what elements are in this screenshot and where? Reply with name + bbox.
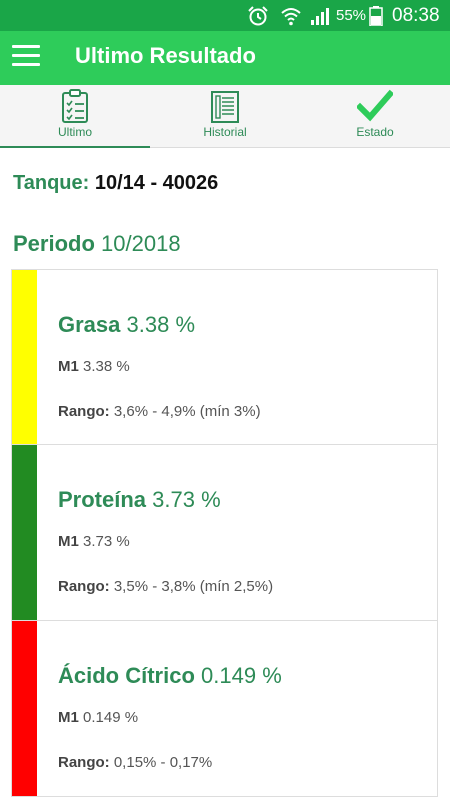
clipboard-icon xyxy=(0,88,150,124)
checkmark-icon xyxy=(300,88,450,124)
clock: 08:38 xyxy=(392,5,440,26)
result-name: Ácido Cítrico xyxy=(58,663,195,688)
periodo-label: Periodo xyxy=(13,231,95,256)
tanque-value: 10/14 - 40026 xyxy=(94,172,219,194)
result-card-proteina: Proteína 3.73 % M1 3.73 % Rango: 3,5% - … xyxy=(11,445,438,621)
m1-label: M1 xyxy=(58,709,79,726)
tab-bar: Ultimo Historial Estado xyxy=(0,85,450,148)
battery-percent: 55% xyxy=(336,7,367,24)
hamburger-menu-icon[interactable] xyxy=(12,45,40,69)
tab-label: Historial xyxy=(203,125,247,139)
m1-value: 3.38 % xyxy=(83,358,130,375)
m1-line: M1 3.38 % xyxy=(58,358,130,375)
results-list: Grasa 3.38 % M1 3.38 % Rango: 3,6% - 4,9… xyxy=(11,269,438,797)
m1-value: 0.149 % xyxy=(83,709,139,726)
result-card-grasa: Grasa 3.38 % M1 3.38 % Rango: 3,6% - 4,9… xyxy=(11,269,438,445)
tab-estado[interactable]: Estado xyxy=(300,85,450,147)
status-color-stripe xyxy=(12,621,37,796)
periodo-line: Periodo 10/2018 xyxy=(13,231,181,257)
status-color-stripe xyxy=(12,445,37,620)
rango-line: Rango: 3,6% - 4,9% (mín 3%) xyxy=(58,403,261,420)
tanque-line: Tanque: 10/14 - 40026 xyxy=(13,172,218,195)
rango-label: Rango: xyxy=(58,578,110,595)
m1-value: 3.73 % xyxy=(83,533,130,550)
status-bar: 55% 08:38 xyxy=(0,0,450,31)
tab-historial[interactable]: Historial xyxy=(150,85,300,147)
tanque-label: Tanque: xyxy=(13,172,90,194)
result-value: 0.149 % xyxy=(201,663,282,688)
selected-tab-indicator xyxy=(0,146,150,148)
result-title: Ácido Cítrico 0.149 % xyxy=(58,663,282,689)
tab-label: Ultimo xyxy=(57,125,92,139)
result-name: Grasa xyxy=(58,312,121,337)
app-bar: Ultimo Resultado xyxy=(0,31,450,85)
m1-label: M1 xyxy=(58,358,79,375)
page-title: Ultimo Resultado xyxy=(75,43,256,68)
tab-label: Estado xyxy=(356,125,394,139)
battery-icon xyxy=(369,6,383,31)
wifi-icon xyxy=(280,5,302,32)
periodo-value: 10/2018 xyxy=(101,231,181,256)
rango-value: 0,15% - 0,17% xyxy=(113,754,213,771)
result-value: 3.38 % xyxy=(126,312,196,337)
rango-label: Rango: xyxy=(58,403,110,420)
document-list-icon xyxy=(150,88,300,124)
alarm-icon xyxy=(247,5,269,32)
rango-value: 3,5% - 3,8% (mín 2,5%) xyxy=(113,578,274,595)
rango-label: Rango: xyxy=(58,754,110,771)
m1-line: M1 3.73 % xyxy=(58,533,130,550)
rango-line: Rango: 3,5% - 3,8% (mín 2,5%) xyxy=(58,578,273,595)
m1-label: M1 xyxy=(58,533,79,550)
result-title: Grasa 3.38 % xyxy=(58,312,195,338)
result-card-acido-citrico: Ácido Cítrico 0.149 % M1 0.149 % Rango: … xyxy=(11,621,438,797)
m1-line: M1 0.149 % xyxy=(58,709,138,726)
rango-value: 3,6% - 4,9% (mín 3%) xyxy=(113,403,261,420)
result-value: 3.73 % xyxy=(152,487,221,512)
result-name: Proteína xyxy=(58,487,147,512)
rango-line: Rango: 0,15% - 0,17% xyxy=(58,754,212,771)
result-title: Proteína 3.73 % xyxy=(58,487,221,513)
tab-ultimo[interactable]: Ultimo xyxy=(0,85,150,148)
signal-icon xyxy=(309,5,331,32)
status-color-stripe xyxy=(12,270,37,444)
